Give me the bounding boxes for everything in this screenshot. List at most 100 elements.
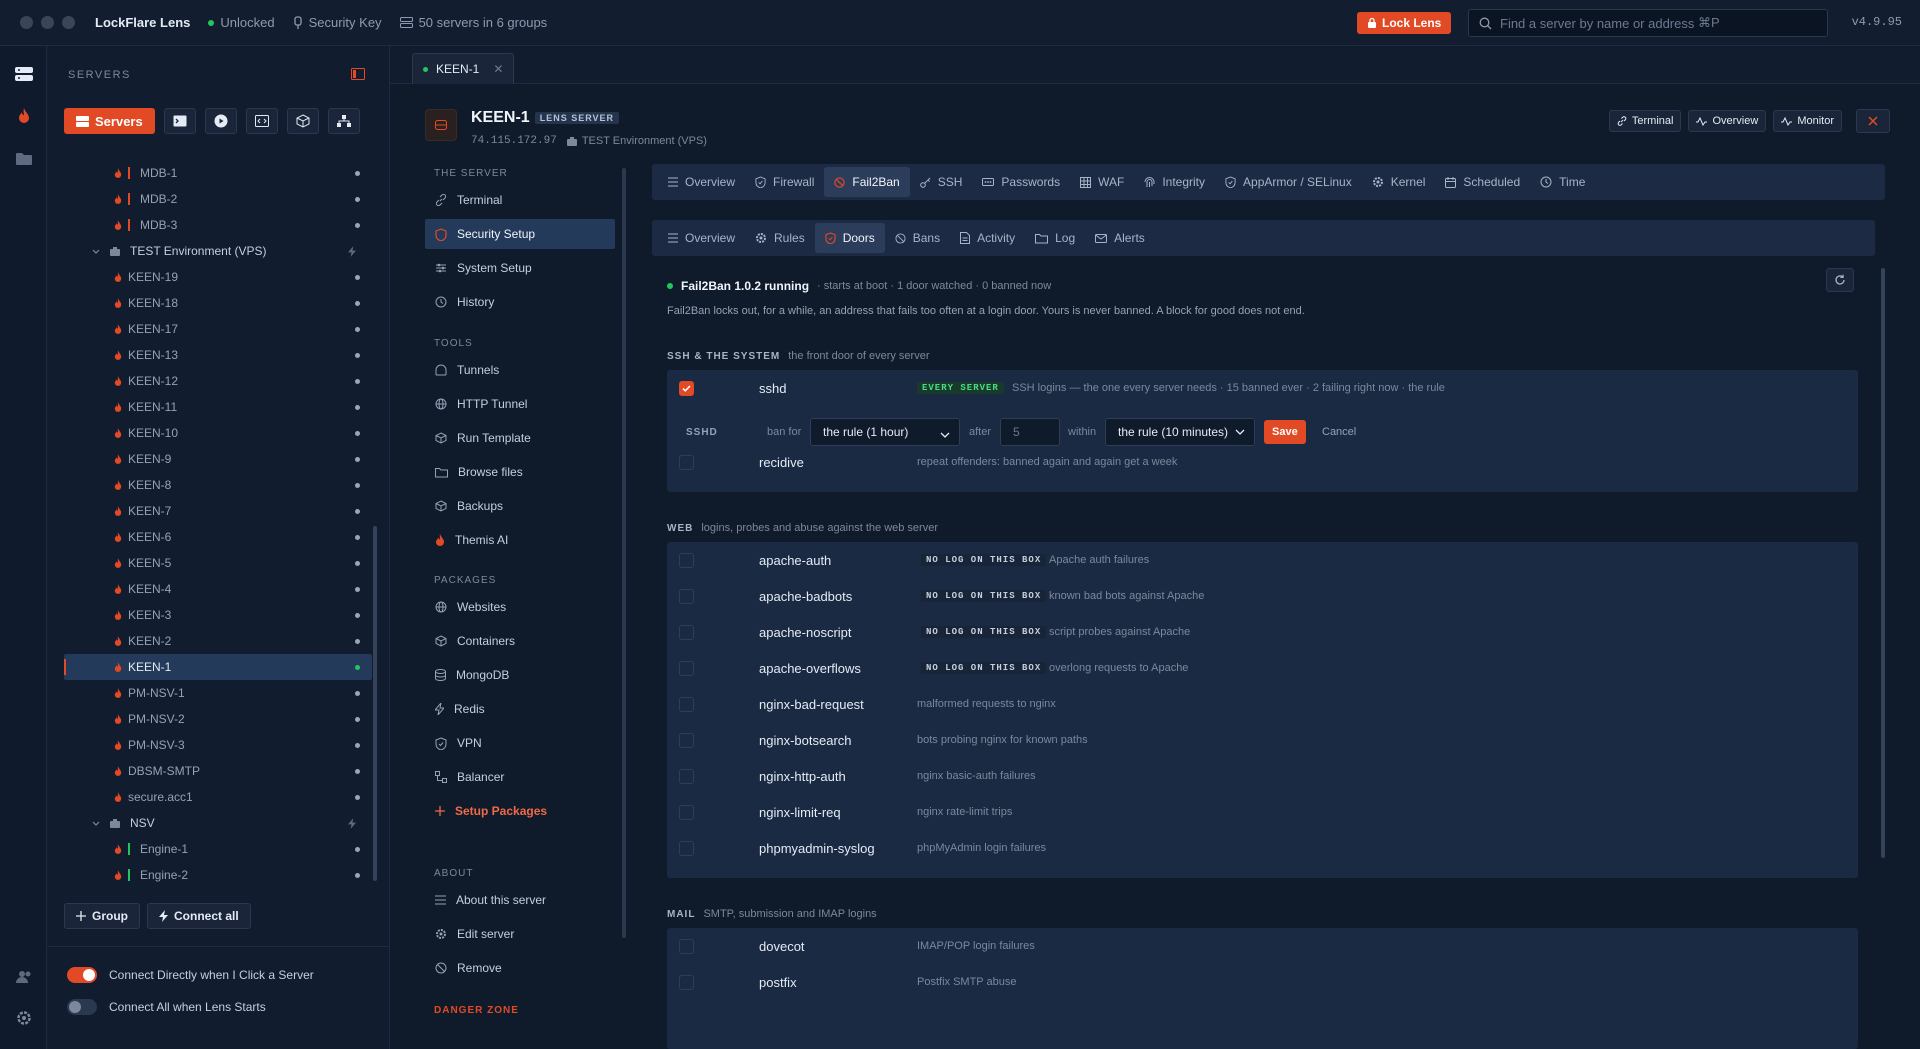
- jail-checkbox[interactable]: [679, 804, 694, 820]
- add-group-button[interactable]: Group: [64, 903, 140, 929]
- tree-server[interactable]: KEEN-2: [64, 628, 372, 654]
- tree-server[interactable]: KEEN-1: [64, 654, 372, 680]
- servers-button[interactable]: Servers: [64, 108, 155, 134]
- tree-server[interactable]: KEEN-11: [64, 394, 372, 420]
- tab-apparmor[interactable]: AppArmor / SELinux: [1215, 167, 1362, 197]
- search-input[interactable]: Find a server by name or address ⌘P: [1468, 9, 1828, 37]
- subtab-rules[interactable]: Rules: [745, 223, 815, 253]
- tree-server[interactable]: Engine-2: [64, 862, 372, 888]
- tree-server[interactable]: MDB-1: [64, 160, 372, 186]
- tab-scheduled[interactable]: Scheduled: [1435, 167, 1530, 197]
- jail-checkbox[interactable]: [679, 660, 694, 676]
- tree-server[interactable]: KEEN-3: [64, 602, 372, 628]
- jail-checkbox[interactable]: [679, 552, 694, 568]
- flame-rail-icon[interactable]: [14, 106, 34, 126]
- bolt-icon[interactable]: [348, 245, 356, 257]
- package-tool-icon[interactable]: [286, 108, 319, 134]
- tree-server[interactable]: secure.acc1: [64, 784, 372, 810]
- tree-server[interactable]: PM-NSV-1: [64, 680, 372, 706]
- tab-firewall[interactable]: Firewall: [745, 167, 824, 197]
- tree-server[interactable]: KEEN-18: [64, 290, 372, 316]
- collapse-sidebar-icon[interactable]: [351, 68, 365, 80]
- overview-button[interactable]: Overview: [1688, 110, 1767, 132]
- tab-ssh[interactable]: SSH: [910, 167, 973, 197]
- tab-passwords[interactable]: Passwords: [972, 167, 1070, 197]
- tree-server[interactable]: KEEN-12: [64, 368, 372, 394]
- tree-server[interactable]: KEEN-6: [64, 524, 372, 550]
- jail-checkbox[interactable]: [679, 840, 694, 856]
- jail-checkbox[interactable]: [679, 974, 694, 990]
- close-server-button[interactable]: [1856, 109, 1890, 133]
- chevron-down-icon[interactable]: [92, 249, 100, 254]
- tree-group[interactable]: TEST Environment (VPS): [64, 238, 372, 264]
- tree-group[interactable]: NSV: [64, 810, 372, 836]
- folder-rail-icon[interactable]: [14, 148, 34, 168]
- lock-lens-button[interactable]: Lock Lens: [1357, 12, 1452, 34]
- monitor-button[interactable]: Monitor: [1773, 110, 1842, 132]
- tab-time[interactable]: Time: [1530, 167, 1595, 197]
- tree-server[interactable]: KEEN-4: [64, 576, 372, 602]
- subtab-overview[interactable]: Overview: [658, 223, 745, 253]
- ban-time-select[interactable]: the rule (1 hour): [810, 418, 960, 446]
- subtab-doors[interactable]: Doors: [814, 223, 885, 253]
- save-button[interactable]: Save: [1264, 420, 1306, 444]
- tree-server[interactable]: KEEN-7: [64, 498, 372, 524]
- tree-server[interactable]: KEEN-5: [64, 550, 372, 576]
- chevron-down-icon[interactable]: [92, 821, 100, 826]
- connect-all-start-toggle[interactable]: [67, 999, 97, 1015]
- terminal-tool-icon[interactable]: [163, 108, 196, 134]
- nav-remove[interactable]: Remove: [425, 953, 615, 983]
- play-tool-icon[interactable]: [204, 108, 237, 134]
- tab-overview[interactable]: Overview: [658, 167, 745, 197]
- terminal-button[interactable]: Terminal: [1608, 110, 1682, 132]
- servers-rail-icon[interactable]: [14, 64, 34, 84]
- tree-server[interactable]: PM-NSV-3: [64, 732, 372, 758]
- tree-server[interactable]: KEEN-17: [64, 316, 372, 342]
- window-minimize-control[interactable]: [41, 16, 54, 29]
- tab-integrity[interactable]: Integrity: [1134, 167, 1215, 197]
- nav-scrollbar[interactable]: [622, 168, 626, 938]
- find-time-select[interactable]: the rule (10 minutes): [1105, 418, 1255, 446]
- tree-server[interactable]: KEEN-19: [64, 264, 372, 290]
- security-key[interactable]: Security Key: [293, 15, 382, 30]
- cancel-button[interactable]: Cancel: [1322, 426, 1356, 438]
- content-scrollbar[interactable]: [1881, 268, 1885, 858]
- jail-checkbox[interactable]: [679, 768, 694, 784]
- jail-checkbox[interactable]: [679, 588, 694, 604]
- tree-server[interactable]: KEEN-13: [64, 342, 372, 368]
- jail-checkbox-sshd[interactable]: [679, 380, 694, 396]
- bolt-icon[interactable]: [348, 817, 356, 829]
- settings-gear-icon[interactable]: [14, 1008, 34, 1028]
- jail-checkbox[interactable]: [679, 732, 694, 748]
- refresh-button[interactable]: [1826, 268, 1854, 292]
- jail-checkbox[interactable]: [679, 696, 694, 712]
- servers-summary[interactable]: 50 servers in 6 groups: [399, 15, 547, 30]
- jail-checkbox-recidive[interactable]: [679, 454, 694, 470]
- close-tab-icon[interactable]: ✕: [493, 62, 503, 76]
- tree-server[interactable]: KEEN-8: [64, 472, 372, 498]
- server-tab[interactable]: KEEN-1 ✕: [412, 53, 515, 84]
- nav-about[interactable]: About this server: [425, 885, 615, 915]
- tree-server[interactable]: MDB-3: [64, 212, 372, 238]
- max-retry-input[interactable]: 5: [1000, 418, 1060, 446]
- tree-server[interactable]: Engine-1: [64, 836, 372, 862]
- tree-server[interactable]: KEEN-10: [64, 420, 372, 446]
- subtab-alerts[interactable]: Alerts: [1085, 223, 1155, 253]
- tab-waf[interactable]: WAF: [1070, 167, 1134, 197]
- tab-kernel[interactable]: Kernel: [1362, 167, 1436, 197]
- jail-checkbox[interactable]: [679, 938, 694, 954]
- subtab-activity[interactable]: Activity: [950, 223, 1025, 253]
- hierarchy-tool-icon[interactable]: [327, 108, 360, 134]
- subtab-bans[interactable]: Bans: [885, 223, 950, 253]
- jail-checkbox[interactable]: [679, 624, 694, 640]
- window-close-control[interactable]: [20, 16, 33, 29]
- sidebar-scrollbar[interactable]: [373, 526, 377, 881]
- connect-direct-toggle[interactable]: [67, 967, 97, 983]
- tree-server[interactable]: DBSM-SMTP: [64, 758, 372, 784]
- window-maximize-control[interactable]: [62, 16, 75, 29]
- tab-fail2ban[interactable]: Fail2Ban: [824, 167, 910, 197]
- tree-server[interactable]: MDB-2: [64, 186, 372, 212]
- tree-server[interactable]: PM-NSV-2: [64, 706, 372, 732]
- connect-all-button[interactable]: Connect all: [147, 903, 251, 929]
- tree-server[interactable]: KEEN-9: [64, 446, 372, 472]
